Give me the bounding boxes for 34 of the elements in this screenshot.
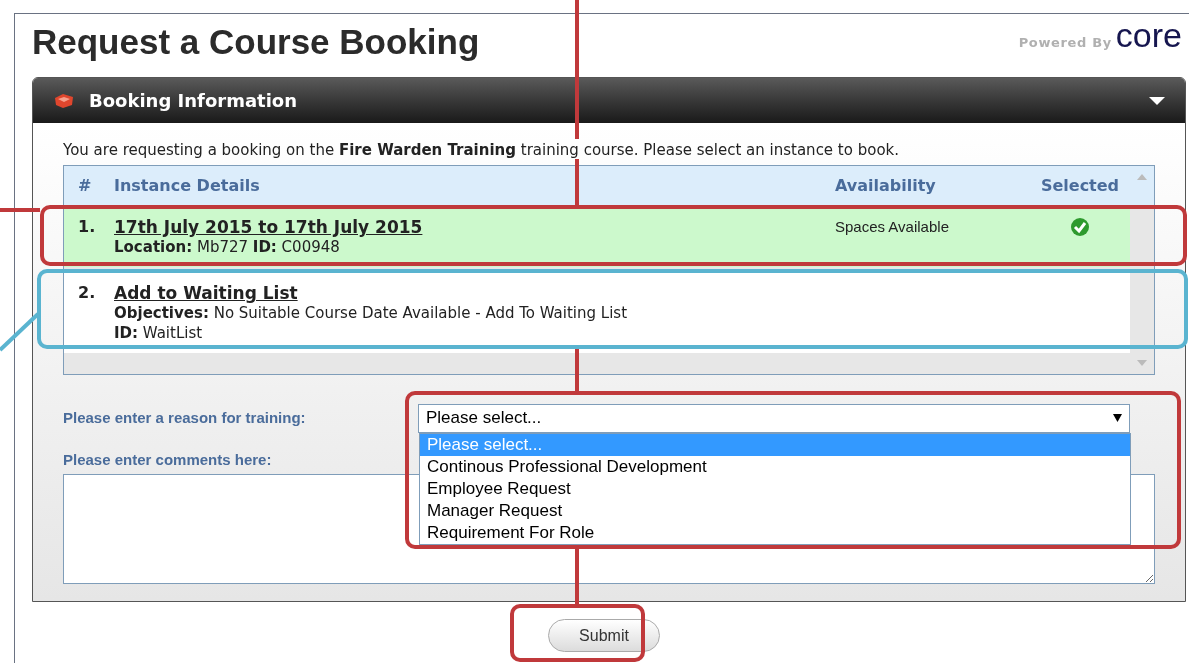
- column-header: Selected: [1040, 176, 1120, 195]
- column-header: Availability: [835, 176, 936, 195]
- instance-link[interactable]: 17th July 2015 to 17th July 2015: [114, 217, 423, 237]
- dropdown-option[interactable]: Employee Request: [420, 478, 1130, 500]
- instance-row[interactable]: 2. Add to Waiting List Objectives: No Suitable Course Date Available - Add To Waiting List ID: WaitList: [64, 273, 1130, 353]
- comments-label: Please enter comments here:: [63, 450, 272, 470]
- core-logo: core: [1115, 18, 1182, 52]
- instance-link[interactable]: Add to Waiting List: [114, 283, 298, 303]
- intro-text: You are requesting a booking on the Fire Warden Training training course. Please select an instance to book.: [63, 140, 901, 160]
- panel-header[interactable]: Booking Information: [33, 78, 1185, 123]
- instance-detail: ID: WaitList: [114, 323, 204, 343]
- page-title: Request a Course Booking: [32, 21, 480, 63]
- collapse-caret-icon[interactable]: [1149, 95, 1165, 106]
- submit-button[interactable]: Submit: [548, 619, 660, 652]
- column-header: Instance Details: [114, 176, 260, 195]
- book-icon: [53, 91, 75, 110]
- leader-line: [0, 312, 40, 352]
- reason-select[interactable]: Please select...: [418, 403, 1130, 433]
- panel-title: Booking Information: [89, 89, 298, 113]
- instance-detail: Location: Mb727 ID: C00948: [114, 237, 341, 257]
- availability-text: Spaces Available: [835, 218, 949, 235]
- powered-by-label: Powered By: [1018, 33, 1112, 52]
- row-number: 2.: [77, 283, 97, 303]
- instance-detail: Objectives: No Suitable Course Date Available - Add To Waiting List: [114, 303, 629, 323]
- select-value: Please select...: [426, 407, 542, 430]
- dropdown-option[interactable]: Requirement For Role: [420, 522, 1130, 544]
- dropdown-arrow-icon: [1113, 414, 1122, 422]
- instance-row[interactable]: 1. 17th July 2015 to 17th July 2015 Location: Mb727 ID: C00948 Spaces Available: [64, 207, 1130, 267]
- reason-label: Please enter a reason for training:: [63, 407, 307, 428]
- dropdown-option[interactable]: Manager Request: [420, 500, 1130, 522]
- row-number: 1.: [77, 217, 97, 237]
- dropdown-option[interactable]: Continous Professional Development: [420, 456, 1130, 478]
- column-header: #: [78, 176, 92, 195]
- check-icon: [1070, 217, 1090, 237]
